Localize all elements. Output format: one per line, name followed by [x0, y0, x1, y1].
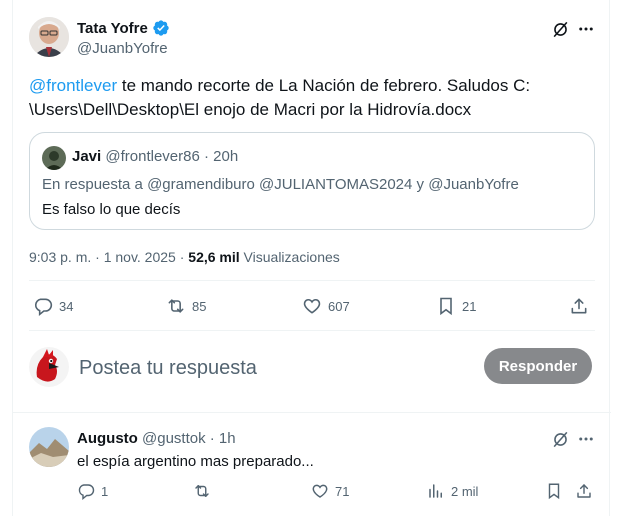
grok-icon[interactable]	[549, 428, 571, 450]
reply-icon	[33, 296, 53, 316]
reply-author-name[interactable]: Augusto	[77, 430, 138, 447]
reply-handles: @gramendiburo @JULIANTOMAS2024	[147, 176, 413, 193]
quoted-author-handle: @frontlever86	[105, 148, 200, 165]
share-icon	[569, 296, 589, 316]
reply-composer-input[interactable]: Postea tu respuesta	[79, 357, 257, 380]
retweet-icon	[193, 482, 211, 500]
tweet-text-line1: te mando recorte de La Nación de febrero…	[117, 76, 531, 95]
reply-button[interactable]: Responder	[484, 348, 592, 384]
reply-icon	[77, 482, 95, 500]
like-action[interactable]: 607	[302, 296, 350, 316]
heart-icon	[311, 482, 329, 500]
views-icon	[427, 482, 445, 500]
mention-link[interactable]: @frontlever	[29, 76, 117, 95]
tweet-timestamp[interactable]: 9:03 p. m. · 1 nov. 2025 ·	[29, 249, 188, 265]
more-options-icon[interactable]	[575, 428, 597, 450]
retweet-action[interactable]: 85	[166, 296, 206, 316]
bookmark-icon	[545, 482, 563, 500]
reply-count: 1	[101, 483, 109, 499]
reply-and: y	[412, 176, 429, 193]
grok-icon[interactable]	[549, 18, 571, 40]
views-label: Visualizaciones	[239, 249, 340, 265]
reply-author-avatar[interactable]	[29, 427, 69, 467]
divider	[13, 412, 611, 413]
quoted-tweet-card[interactable]: Javi @frontlever86 · 20h En respuesta a …	[29, 132, 595, 230]
reply-handle-last: @JuanbYofre	[428, 176, 519, 193]
retweet-action[interactable]	[193, 482, 217, 500]
author-avatar[interactable]	[29, 17, 69, 57]
divider	[29, 280, 595, 281]
share-icon	[575, 482, 593, 500]
views-count: 2 mil	[451, 483, 479, 499]
more-options-icon[interactable]	[575, 18, 597, 40]
views-count: 52,6 mil	[188, 249, 240, 265]
like-count: 71	[335, 483, 350, 499]
reply-count: 34	[59, 298, 74, 314]
bookmark-action[interactable]	[545, 482, 563, 500]
reply-text: el espía argentino mas preparado...	[77, 453, 314, 470]
quoted-text: Es falso lo que decís	[42, 201, 181, 218]
timeline-column: Tata Yofre @JuanbYofre @frontlever te ma…	[12, 0, 611, 516]
heart-icon	[302, 296, 322, 316]
reply-time[interactable]: · 1h	[210, 430, 236, 447]
reply-action[interactable]: 1	[77, 482, 108, 500]
bookmark-action[interactable]: 21	[436, 296, 476, 316]
quoted-reply-context: En respuesta a @gramendiburo @JULIANTOMA…	[42, 176, 519, 193]
quoted-author-avatar	[42, 146, 66, 170]
quoted-time: · 20h	[204, 148, 239, 165]
verified-badge-icon	[152, 19, 170, 37]
bookmark-icon	[436, 296, 456, 316]
share-action[interactable]	[575, 482, 593, 500]
author-name[interactable]: Tata Yofre	[77, 20, 148, 37]
reply-action[interactable]: 34	[33, 296, 73, 316]
tweet-text: @frontlever te mando recorte de La Nació…	[29, 74, 599, 122]
divider	[29, 330, 595, 331]
author-handle[interactable]: @JuanbYofre	[77, 40, 168, 57]
tweet-meta: 9:03 p. m. · 1 nov. 2025 · 52,6 mil Visu…	[29, 249, 340, 265]
retweet-icon	[166, 296, 186, 316]
reply-prefix: En respuesta a	[42, 176, 148, 193]
like-action[interactable]: 71	[311, 482, 349, 500]
current-user-avatar[interactable]	[29, 347, 69, 387]
share-action[interactable]	[569, 296, 589, 316]
quoted-author-name: Javi	[72, 148, 102, 165]
like-count: 607	[328, 298, 350, 314]
retweet-count: 85	[192, 298, 207, 314]
views-action[interactable]: 2 mil	[427, 482, 478, 500]
tweet-text-line2: \Users\Dell\Desktop\El enojo de Macri po…	[29, 100, 472, 119]
bookmark-count: 21	[462, 298, 477, 314]
reply-author-handle[interactable]: @gusttok	[142, 430, 206, 447]
